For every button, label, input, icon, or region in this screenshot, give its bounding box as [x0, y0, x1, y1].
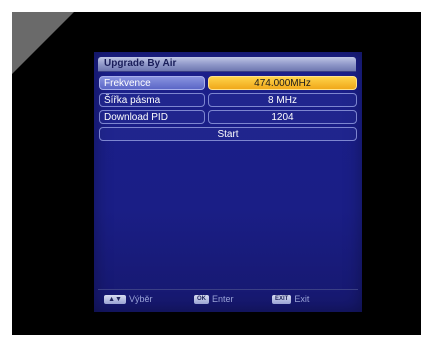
- row-download-pid-label: Download PID: [99, 110, 205, 124]
- row-download-pid[interactable]: Download PID 1204: [99, 110, 357, 124]
- row-start[interactable]: Start: [99, 127, 357, 141]
- row-bandwidth[interactable]: Šířka pásma 8 MHz: [99, 93, 357, 107]
- hint-exit: EXIT Exit: [272, 293, 309, 305]
- tv-bezel: Upgrade By Air Frekvence 474.000MHz Šířk…: [12, 12, 421, 335]
- window-title: Upgrade By Air: [104, 58, 177, 69]
- tv-screen: Upgrade By Air Frekvence 474.000MHz Šířk…: [94, 52, 362, 312]
- exit-key-icon: EXIT: [272, 294, 292, 304]
- hint-select: ▲▼ Výběr: [104, 293, 153, 305]
- hint-select-label: Výběr: [129, 294, 153, 304]
- hint-enter-label: Enter: [212, 294, 234, 304]
- row-bandwidth-label: Šířka pásma: [99, 93, 205, 107]
- hint-exit-label: Exit: [294, 294, 310, 304]
- footer-hints: ▲▼ Výběr OK Enter EXIT Exit: [98, 289, 358, 306]
- up-down-arrows-key-icon: ▲▼: [104, 294, 126, 304]
- download-pid-value-field[interactable]: 1204: [208, 110, 357, 124]
- hint-enter: OK Enter: [194, 293, 234, 305]
- row-frequency-label: Frekvence: [99, 76, 205, 90]
- frequency-value-field[interactable]: 474.000MHz: [208, 76, 357, 90]
- bezel-corner-decoration: [12, 12, 74, 74]
- bandwidth-value-field[interactable]: 8 MHz: [208, 93, 357, 107]
- window-titlebar: Upgrade By Air: [98, 57, 356, 72]
- start-button[interactable]: Start: [99, 127, 357, 141]
- row-frequency[interactable]: Frekvence 474.000MHz: [99, 76, 357, 90]
- ok-key-icon: OK: [194, 294, 209, 304]
